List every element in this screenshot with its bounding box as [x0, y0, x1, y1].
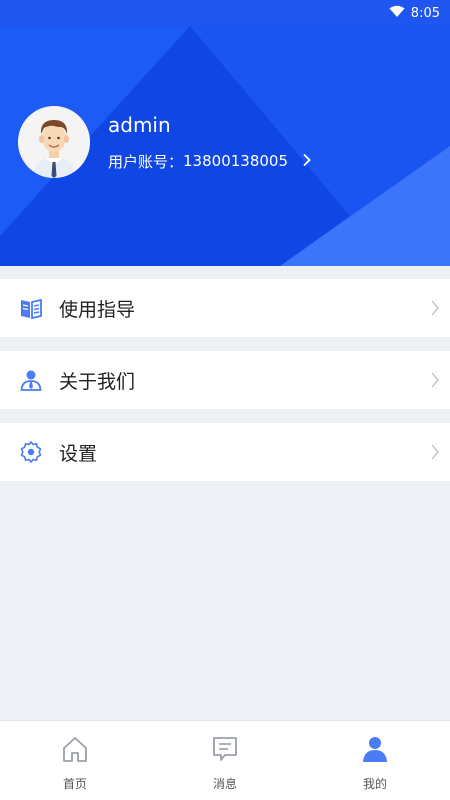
- wifi-icon: [389, 5, 405, 22]
- username: admin: [108, 112, 171, 137]
- tab-label: 我的: [362, 777, 387, 791]
- tab-messages[interactable]: 消息: [150, 721, 300, 800]
- chevron-right-icon: [430, 371, 440, 393]
- bottom-tab-bar: 首页 消息 我的: [0, 720, 450, 800]
- chevron-right-icon: [430, 443, 440, 465]
- user-avatar-icon[interactable]: [18, 106, 90, 178]
- person-icon: [361, 735, 389, 767]
- status-time: 8:05: [410, 5, 440, 21]
- profile-block: admin 用户账号： 13800138005: [18, 106, 312, 178]
- tab-label: 消息: [212, 777, 237, 791]
- account-row[interactable]: 用户账号： 13800138005: [108, 151, 312, 172]
- home-icon: [61, 735, 89, 767]
- status-bar: 8:05: [0, 0, 450, 26]
- menu-item-about[interactable]: 关于我们: [0, 351, 450, 409]
- menu-item-label: 关于我们: [59, 370, 136, 393]
- person-tie-icon: [18, 367, 44, 393]
- tab-home[interactable]: 首页: [0, 721, 150, 800]
- account-number: 13800138005: [183, 152, 288, 170]
- message-icon: [211, 735, 239, 767]
- menu-item-guide[interactable]: 使用指导: [0, 279, 450, 337]
- menu-item-label: 设置: [59, 442, 98, 465]
- tab-mine[interactable]: 我的: [300, 721, 450, 800]
- chevron-right-icon: [430, 299, 440, 321]
- tab-label: 首页: [62, 777, 87, 791]
- guide-book-icon: [18, 295, 44, 321]
- account-label: 用户账号：: [108, 152, 184, 171]
- menu-item-label: 使用指导: [59, 298, 136, 321]
- menu-item-settings[interactable]: 设置: [0, 423, 450, 481]
- chevron-right-icon: [302, 151, 312, 172]
- profile-header: admin 用户账号： 13800138005: [0, 26, 450, 266]
- gear-icon: [18, 439, 44, 465]
